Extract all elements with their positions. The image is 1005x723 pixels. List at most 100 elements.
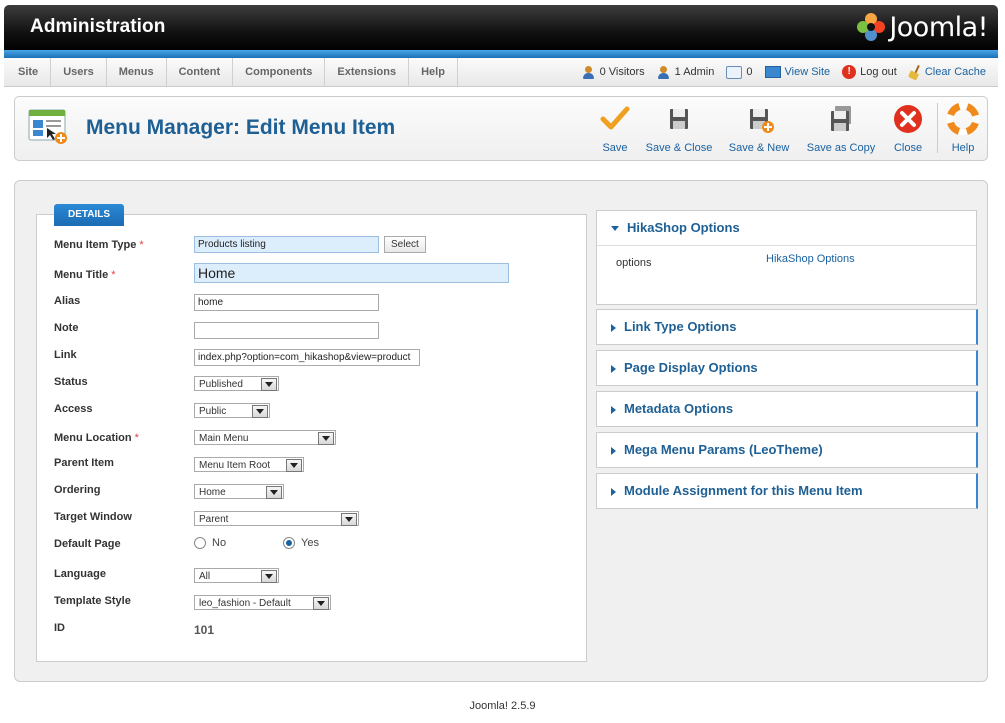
triangle-right-icon <box>611 446 616 455</box>
label-status: Status <box>54 376 88 388</box>
visitors-icon <box>582 65 596 79</box>
save-new-label: Save & New <box>728 142 790 154</box>
alias-input[interactable]: home <box>194 294 379 311</box>
joomla-logo-icon <box>857 13 886 41</box>
hikashop-options-link[interactable]: HikaShop Options <box>766 253 855 265</box>
help-button[interactable]: Help <box>946 102 980 154</box>
messages-count: 0 <box>746 66 753 78</box>
menu-manager-icon <box>28 109 67 144</box>
label-menu-location: Menu Location * <box>54 432 139 444</box>
save-button[interactable]: Save <box>597 103 633 154</box>
label-default-page: Default Page <box>54 538 121 550</box>
panel-mega-menu-params[interactable]: Mega Menu Params (LeoTheme) <box>596 432 978 468</box>
link-input[interactable]: index.php?option=com_hikashop&view=produ… <box>194 349 420 366</box>
view-site-link[interactable]: View Site <box>764 66 831 78</box>
label-target-window: Target Window <box>54 511 132 523</box>
save-close-label: Save & Close <box>645 142 713 154</box>
floppy-disk-copy-icon <box>831 106 851 131</box>
details-tab: DETAILS <box>54 204 125 226</box>
label-access: Access <box>54 403 93 415</box>
chevron-down-icon <box>341 513 357 526</box>
admins-count: 1 Admin <box>674 66 715 78</box>
label-template-style: Template Style <box>54 595 131 607</box>
floppy-disk-icon <box>670 109 688 129</box>
chevron-down-icon <box>261 570 277 583</box>
triangle-right-icon <box>611 405 616 414</box>
panel-metadata-title: Metadata Options <box>624 401 734 416</box>
joomla-logo: Joomla! <box>856 11 988 43</box>
visitors-count: 0 Visitors <box>599 66 645 78</box>
joomla-logo-text: Joomla! <box>889 11 988 43</box>
panel-module-assignment[interactable]: Module Assignment for this Menu Item <box>596 473 978 509</box>
floppy-disk-plus-icon <box>750 109 774 133</box>
default-page-yes-radio[interactable]: Yes <box>283 537 319 549</box>
menu-users[interactable]: Users <box>51 58 107 86</box>
label-link: Link <box>54 349 77 361</box>
triangle-right-icon <box>611 323 616 332</box>
panel-metadata-options[interactable]: Metadata Options <box>596 391 978 427</box>
help-label: Help <box>951 142 975 154</box>
logout-link[interactable]: ! Log out <box>842 65 897 79</box>
menu-site[interactable]: Site <box>4 58 52 86</box>
close-button[interactable]: Close <box>891 103 925 154</box>
hikashop-options-body: options HikaShop Options <box>597 245 976 304</box>
panel-module-assignment-title: Module Assignment for this Menu Item <box>624 483 863 498</box>
note-input[interactable] <box>194 322 379 339</box>
menu-title-input[interactable]: Home <box>194 263 509 283</box>
label-alias: Alias <box>54 295 81 307</box>
save-copy-label: Save as Copy <box>806 142 876 154</box>
triangle-right-icon <box>611 364 616 373</box>
status-select[interactable]: Published <box>194 376 279 391</box>
save-close-button[interactable]: Save & Close <box>645 103 713 154</box>
save-new-button[interactable]: Save & New <box>727 103 791 154</box>
id-value: 101 <box>194 623 215 637</box>
parent-item-select[interactable]: Menu Item Root <box>194 457 304 472</box>
label-language: Language <box>54 568 106 580</box>
default-page-no-radio[interactable]: No <box>194 537 226 549</box>
page-title: Menu Manager: Edit Menu Item <box>86 116 396 139</box>
status-bar: 0 Visitors 1 Admin 0 View Site ! Log out … <box>582 58 986 86</box>
edit-form-container: Menu Item Type * Products listing Select … <box>14 180 988 682</box>
template-style-select[interactable]: leo_fashion - Default <box>194 595 331 610</box>
save-copy-button[interactable]: Save as Copy <box>805 103 877 154</box>
admin-title: Administration <box>30 16 166 37</box>
chevron-down-icon <box>313 597 329 610</box>
close-label: Close <box>893 142 923 154</box>
panel-hikashop-header[interactable]: HikaShop Options <box>597 211 976 245</box>
label-note: Note <box>54 322 79 334</box>
access-select[interactable]: Public <box>194 403 270 418</box>
messages-status[interactable]: 0 <box>726 65 753 79</box>
target-window-select[interactable]: Parent <box>194 511 359 526</box>
menu-content[interactable]: Content <box>167 58 234 86</box>
menu-item-type-field: Products listing <box>194 236 379 253</box>
label-ordering: Ordering <box>54 484 101 496</box>
select-type-button[interactable]: Select <box>384 236 426 253</box>
label-menu-title: Menu Title * <box>54 269 116 281</box>
details-fieldset: Menu Item Type * Products listing Select … <box>36 214 587 662</box>
menu-help[interactable]: Help <box>409 58 458 86</box>
view-site-icon <box>764 66 781 78</box>
triangle-right-icon <box>611 487 616 496</box>
panel-page-display-options[interactable]: Page Display Options <box>596 350 978 386</box>
lifebuoy-icon <box>946 102 980 136</box>
hikashop-options-label: options <box>616 257 652 269</box>
chevron-down-icon <box>318 432 334 445</box>
close-icon <box>894 105 922 133</box>
view-site-label: View Site <box>784 66 831 78</box>
clear-cache-label: Clear Cache <box>924 66 986 78</box>
messages-icon <box>726 65 743 79</box>
menu-components[interactable]: Components <box>233 58 326 86</box>
menu-menus[interactable]: Menus <box>107 58 167 86</box>
toolbar-box: Menu Manager: Edit Menu Item Save Save &… <box>14 96 988 161</box>
label-parent-item: Parent Item <box>54 457 114 469</box>
label-menu-item-type: Menu Item Type * <box>54 239 144 251</box>
menu-location-select[interactable]: Main Menu <box>194 430 336 445</box>
clear-cache-link[interactable]: Clear Cache <box>909 65 986 79</box>
checkmark-icon <box>600 106 630 130</box>
language-select[interactable]: All <box>194 568 279 583</box>
logout-label: Log out <box>860 66 897 78</box>
menu-extensions[interactable]: Extensions <box>325 58 410 86</box>
ordering-select[interactable]: Home <box>194 484 284 499</box>
chevron-down-icon <box>261 378 277 391</box>
panel-link-type-options[interactable]: Link Type Options <box>596 309 978 345</box>
